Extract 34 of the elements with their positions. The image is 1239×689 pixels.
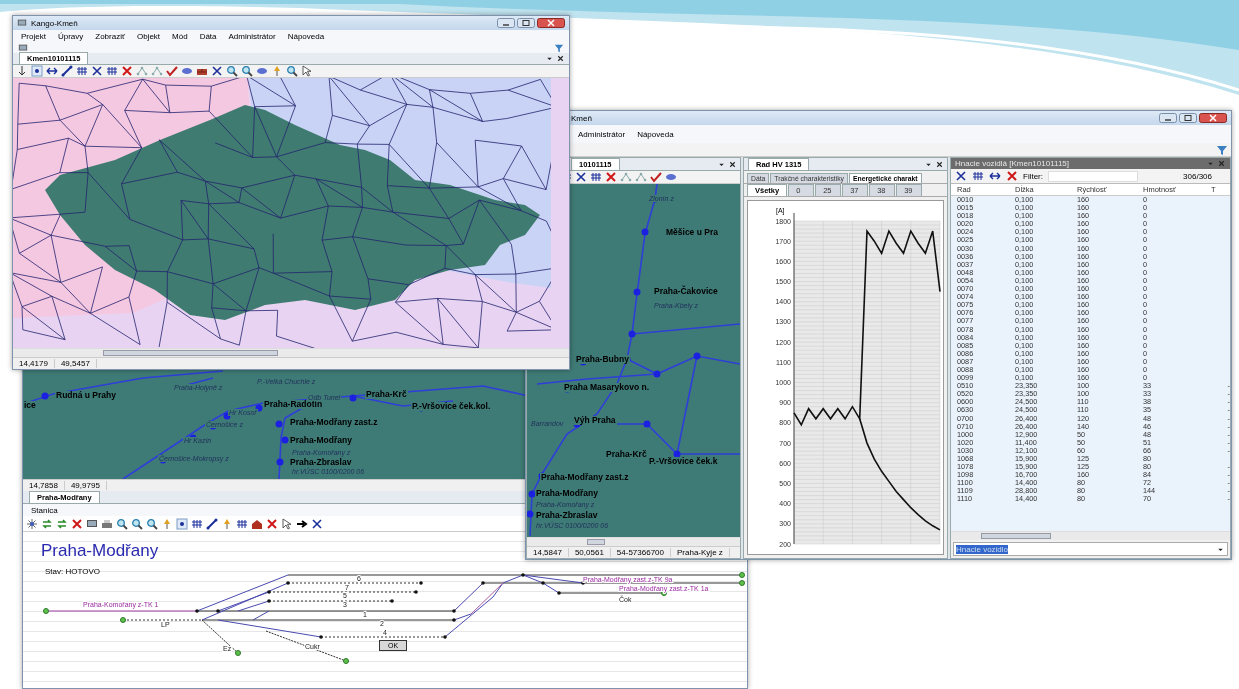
status-text: 14,5847 bbox=[527, 548, 569, 557]
status-text: 14,7858 bbox=[23, 481, 65, 490]
station-label: P.-Vršovice ček.kol. bbox=[411, 402, 492, 411]
station-label: Praha-Radotín bbox=[263, 400, 324, 409]
station-label: Praha-Bubny bbox=[575, 355, 630, 364]
record-count: 306/306 bbox=[1183, 171, 1213, 181]
station-label: ice bbox=[23, 401, 37, 410]
status-text: Stav: HOTOVO bbox=[45, 566, 100, 576]
filter-label: Filter: bbox=[1023, 171, 1043, 181]
station-label: Praha-Zbraslav bbox=[535, 511, 599, 520]
status-text: 49,9795 bbox=[64, 481, 107, 490]
station-label: Praha-Krč bbox=[605, 450, 648, 459]
status-text: 54-57366700 bbox=[610, 548, 671, 557]
status-text: 14,4179 bbox=[13, 359, 55, 368]
station-label: Praha-Modřany bbox=[289, 436, 353, 445]
station-label: Praha-Krč bbox=[365, 390, 408, 399]
station-label: Výh Praha bbox=[573, 416, 617, 425]
window-title: Kmeň bbox=[571, 113, 592, 123]
station-label: Měšice u Pra bbox=[665, 228, 719, 237]
selector-value: Hnacie vozidlo bbox=[956, 544, 1009, 554]
station-label: Rudná u Prahy bbox=[55, 391, 117, 400]
station-label: Praha-Čakovice bbox=[653, 287, 719, 296]
station-label: Praha-Modřany bbox=[535, 489, 599, 498]
status-text: 49,5457 bbox=[54, 359, 97, 368]
panel-title: Hnacie vozidlá [Kmen10101115] bbox=[955, 159, 1069, 168]
station-title: Praha-Modřany bbox=[41, 542, 159, 561]
station-label: Praha-Modřany zast.z bbox=[540, 473, 630, 482]
status-text: Praha-Kyje z bbox=[671, 548, 730, 557]
station-label: P.-Vršovice ček.k bbox=[648, 457, 719, 466]
station-label: Praha-Modřany zast.z bbox=[289, 418, 379, 427]
station-label: Praha Masarykovo n. bbox=[563, 383, 651, 392]
station-label: Praha-Zbraslav bbox=[289, 458, 353, 467]
window-title: Kango-Kmeň bbox=[31, 18, 78, 28]
status-text: 50,0561 bbox=[568, 548, 611, 557]
